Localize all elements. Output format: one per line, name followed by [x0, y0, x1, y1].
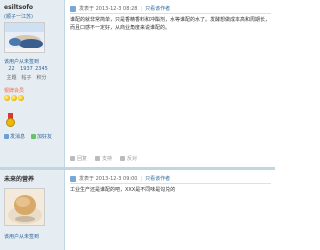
stat-points[interactable]: 2345 积分 — [34, 66, 49, 81]
support-button[interactable]: 支持 — [95, 155, 112, 162]
post-1: esiltsofo (顺子一江苏) 该用户从未签到 22 主题 1937 帖子 … — [0, 0, 275, 167]
post-2-username[interactable]: 未来的营养 — [4, 174, 34, 183]
post-1-avatar[interactable] — [4, 22, 45, 53]
author-icon — [70, 5, 76, 12]
view-author-only-link[interactable]: 只看该作者 — [145, 175, 170, 182]
star-icon — [18, 95, 24, 101]
post-1-body: 谁配的就非常简单，只是香精香料和冲酯剂，水等谁配的水了。发酵想做成本高和周期长，… — [70, 17, 271, 31]
post-1-rank-title: 银牌会员 — [4, 88, 25, 94]
post-2-body: 工业生产还是谁配的吧，XXX是不同味是勾兑的 — [70, 187, 176, 193]
post-1-header: 发表于 2013-12-3 08:28 | 只看该作者 — [70, 5, 170, 12]
view-author-only-link[interactable]: 只看该作者 — [145, 5, 170, 12]
stat-threads-value: 22 — [8, 66, 15, 72]
reply-button[interactable]: 回复 — [70, 155, 87, 162]
post-1-user-sidebar: esiltsofo (顺子一江苏) 该用户从未签到 22 主题 1937 帖子 … — [0, 0, 65, 167]
post-1-user-tag: (顺子一江苏) — [4, 14, 33, 20]
stat-points-label: 积分 — [36, 75, 47, 81]
post-1-user-actions: 发消息 加好友 — [4, 133, 52, 140]
oppose-label: 反对 — [127, 156, 138, 162]
post-1-footer-actions: 回复 支持 反对 — [70, 155, 137, 162]
post-2-header-divider — [70, 183, 271, 184]
stat-posts[interactable]: 1937 帖子 — [19, 66, 34, 81]
post-2-content: 发表于 2013-12-3 09:00 | 只看该作者 工业生产还是谁配的吧，X… — [66, 170, 275, 250]
post-2-header: 发表于 2013-12-3 09:00 | 只看该作者 — [70, 175, 170, 182]
post-2-timestamp: 发表于 2013-12-3 09:00 — [79, 176, 138, 182]
reply-icon — [70, 156, 75, 161]
thumbs-up-icon — [95, 156, 101, 161]
avatar-image — [5, 23, 44, 52]
stat-posts-value: 1937 — [20, 66, 33, 72]
avatar-image — [5, 189, 44, 225]
post-2: 未来的营养 该用户从未签到 发表于 2013-12-3 09:00 | 只看该作… — [0, 167, 275, 250]
add-friend-button[interactable]: 加好友 — [31, 133, 52, 140]
reply-label: 回复 — [77, 156, 88, 162]
post-1-timestamp: 发表于 2013-12-3 08:28 — [79, 6, 138, 12]
stat-threads[interactable]: 22 主题 — [4, 66, 19, 81]
stat-posts-label: 帖子 — [21, 75, 32, 81]
post-2-avatar[interactable] — [4, 188, 45, 226]
oppose-button[interactable]: 反对 — [120, 155, 137, 162]
post-2-signin-note: 该用户从未签到 — [4, 234, 40, 240]
add-friend-label: 加好友 — [37, 134, 53, 140]
support-label: 支持 — [102, 156, 113, 162]
post-1-signin-note: 该用户从未签到 — [4, 59, 40, 65]
star-icon — [4, 95, 10, 101]
add-friend-icon — [31, 134, 37, 139]
thumbs-down-icon — [120, 156, 126, 161]
medal-icon[interactable] — [6, 113, 15, 127]
stat-threads-label: 主题 — [6, 75, 17, 81]
star-icon — [11, 95, 17, 101]
post-1-header-divider — [70, 13, 271, 14]
post-2-user-sidebar: 未来的营养 该用户从未签到 — [0, 170, 65, 250]
post-1-content: 发表于 2013-12-3 08:28 | 只看该作者 谁配的就非常简单，只是香… — [66, 0, 275, 167]
send-message-label: 发消息 — [10, 134, 26, 140]
post-1-username[interactable]: esiltsofo — [4, 4, 33, 11]
post-1-user-stats: 22 主题 1937 帖子 2345 积分 — [4, 66, 52, 81]
send-message-button[interactable]: 发消息 — [4, 133, 25, 140]
message-icon — [4, 134, 9, 139]
post-1-rank-stars — [4, 95, 24, 101]
author-icon — [70, 175, 76, 182]
stat-points-value: 2345 — [35, 66, 48, 72]
